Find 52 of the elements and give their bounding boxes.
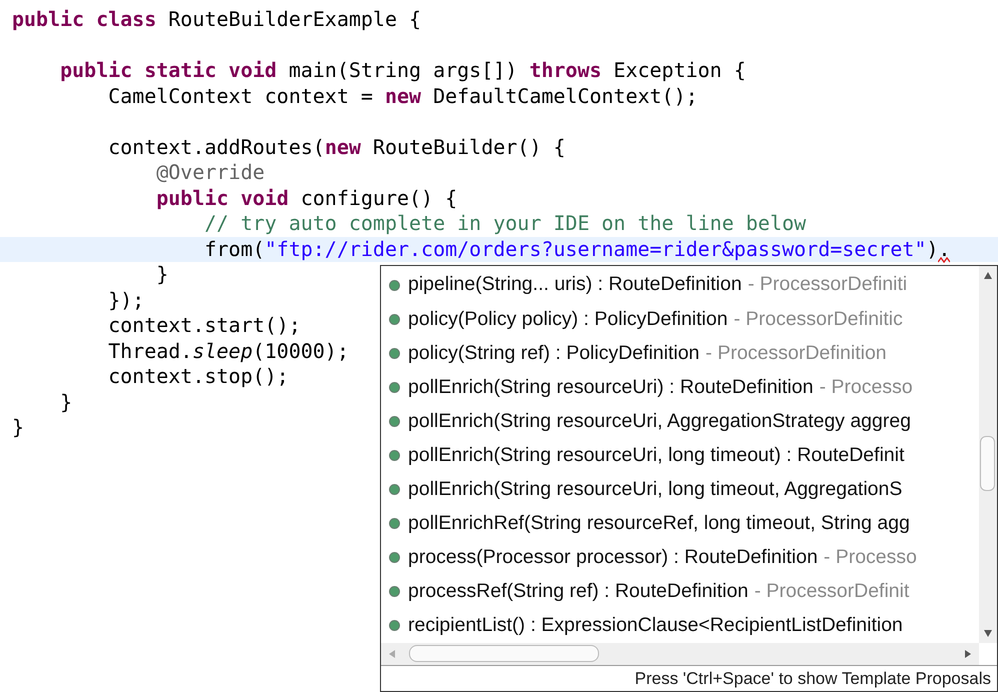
scroll-down-icon[interactable] [984, 630, 992, 637]
code-line: } [11, 415, 24, 440]
method-dot-icon [389, 450, 400, 462]
scroll-thumb[interactable] [409, 645, 599, 662]
vertical-scrollbar[interactable] [979, 266, 997, 643]
declaring-type: - Processo [819, 374, 913, 400]
code-line: CamelContext context = new DefaultCamelContext(); [107, 84, 698, 109]
method-dot-icon [389, 348, 400, 359]
method-dot-icon [389, 314, 400, 325]
code-line: public static void main(String args[]) throws Exception { [59, 58, 746, 84]
method-dot-icon [389, 586, 400, 598]
scroll-left-icon[interactable] [389, 650, 395, 658]
method-dot-icon [389, 518, 400, 530]
method-dot-icon [389, 552, 400, 564]
code-line: public class RouteBuilderExample { [11, 7, 422, 32]
proposal-signature[interactable]: processRef(String ref) : RouteDefinition [408, 577, 748, 607]
proposal-signature[interactable]: pollEnrich(String resourceUri, long timeout) : RouteDefinit [408, 440, 904, 470]
code-line: public void configure() { [155, 186, 458, 211]
code-line: context.stop(); [107, 364, 289, 390]
status-hint: Press 'Ctrl+Space' to show Template Proposals [634, 668, 991, 690]
code-line: Thread.sleep(10000); [107, 338, 349, 364]
proposal-signature[interactable]: pollEnrichRef(String resourceRef, long timeout, String agg [408, 509, 910, 538]
method-dot-icon [389, 416, 400, 427]
proposal-signature[interactable]: policy(String ref) : PolicyDefinition [408, 338, 700, 368]
declaring-type: - ProcessorDefiniti [748, 272, 908, 298]
proposal-signature[interactable]: pipeline(String... uris) : RouteDefinition [408, 270, 742, 300]
proposal-signature[interactable]: process(Processor processor) : RouteDefinition [408, 543, 818, 572]
proposal-signature[interactable]: recipientList() : ExpressionClause<RecipientListDefinition [408, 611, 903, 641]
declaring-type: - Processo [824, 545, 917, 570]
code-line: @Override [155, 160, 265, 186]
proposal-signature[interactable]: policy(Policy policy) : PolicyDefinition [408, 304, 728, 334]
declaring-type: - ProcessorDefinit [754, 579, 910, 604]
method-dot-icon [389, 382, 400, 393]
declaring-type: - ProcessorDefinitic [734, 306, 903, 332]
code-line: }); [107, 288, 144, 313]
declaring-type: - ProcessorDefinition [706, 340, 887, 366]
scroll-thumb[interactable] [980, 436, 995, 491]
code-line: } [155, 262, 168, 288]
proposal-signature[interactable]: pollEnrich(String resourceUri, long timeout, AggregationS [408, 474, 902, 504]
proposal-signature[interactable]: pollEnrich(String resourceUri) : RouteDefinition [408, 372, 814, 402]
code-line: context.addRoutes(new RouteBuilder() { [107, 134, 566, 160]
method-dot-icon [389, 484, 400, 496]
code-line: from("ftp://rider.com/orders?username=rider&password=secret"). [203, 236, 950, 262]
code-line: context.start(); [107, 313, 301, 338]
method-dot-icon [389, 620, 400, 632]
scroll-up-icon[interactable] [984, 272, 992, 279]
code-line: } [59, 390, 72, 415]
scroll-right-icon[interactable] [965, 650, 971, 658]
method-dot-icon [389, 280, 400, 291]
horizontal-scrollbar[interactable] [381, 643, 979, 665]
proposal-signature[interactable]: pollEnrich(String resourceUri, AggregationStrategy aggreg [408, 406, 911, 436]
code-line: // try auto complete in your IDE on the line below [203, 211, 806, 236]
